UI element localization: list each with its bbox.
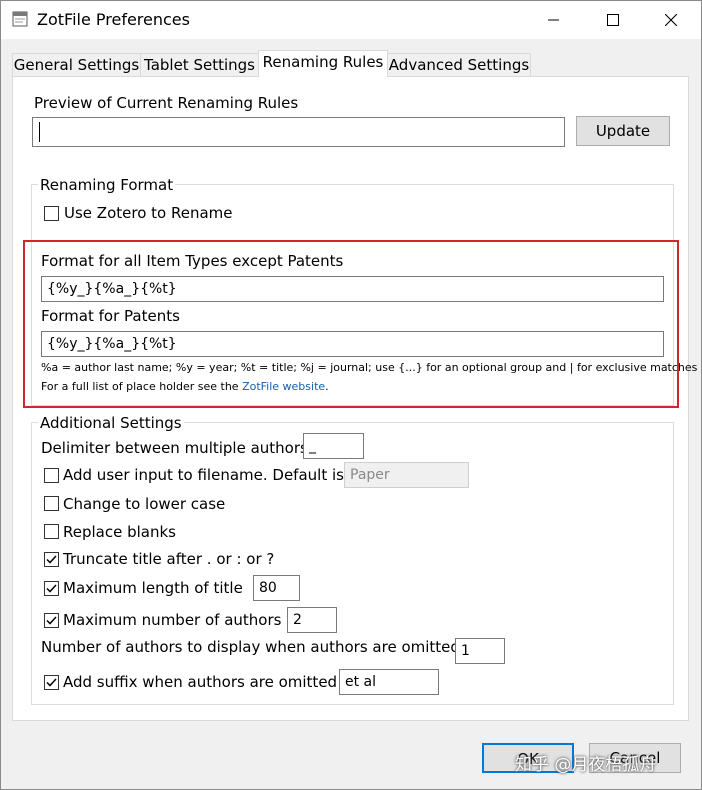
lower-case-checkbox[interactable] xyxy=(44,496,59,511)
suffix-value: et al xyxy=(345,674,377,690)
user-input-label: Add user input to filename. Default is xyxy=(63,466,344,484)
checkmark-icon xyxy=(46,616,57,625)
close-icon xyxy=(665,14,677,26)
max-authors-checkbox[interactable] xyxy=(44,613,59,628)
red-highlight-box xyxy=(23,240,679,408)
truncate-title-label: Truncate title after . or : or ? xyxy=(63,550,275,568)
tab-label: Tablet Settings xyxy=(144,56,255,74)
tab-label: Advanced Settings xyxy=(388,56,530,74)
default-name-input[interactable]: Paper xyxy=(344,462,469,488)
tab-label: General Settings xyxy=(13,56,140,74)
checkmark-icon xyxy=(46,555,57,564)
delimiter-input[interactable]: _ xyxy=(303,433,364,459)
max-authors-value: 2 xyxy=(293,612,302,628)
tab-label: Renaming Rules xyxy=(262,53,384,71)
tab-tablet-settings[interactable]: Tablet Settings xyxy=(140,53,259,76)
use-zotero-checkbox[interactable] xyxy=(44,206,59,221)
replace-blanks-label: Replace blanks xyxy=(63,523,176,541)
default-name-value: Paper xyxy=(350,467,390,483)
preview-field[interactable] xyxy=(32,117,565,147)
title-bar[interactable]: ZotFile Preferences xyxy=(1,1,701,39)
preview-label: Preview of Current Renaming Rules xyxy=(34,94,299,112)
text-cursor xyxy=(39,122,40,142)
truncate-title-checkbox[interactable] xyxy=(44,552,59,567)
minimize-icon xyxy=(548,19,559,21)
delimiter-label: Delimiter between multiple authors xyxy=(41,439,308,457)
add-suffix-checkbox[interactable] xyxy=(44,675,59,690)
max-authors-label: Maximum number of authors xyxy=(63,611,282,629)
authors-display-input[interactable]: 1 xyxy=(455,638,505,664)
use-zotero-label: Use Zotero to Rename xyxy=(64,204,233,222)
renaming-rules-panel: Preview of Current Renaming Rules Update… xyxy=(12,76,697,721)
window-title: ZotFile Preferences xyxy=(37,10,190,29)
user-input-checkbox[interactable] xyxy=(44,468,59,483)
app-icon xyxy=(12,11,28,27)
max-title-length-label: Maximum length of title xyxy=(63,579,243,597)
checkmark-icon xyxy=(46,584,57,593)
watermark-text: 知乎 @月夜梧孤舟 xyxy=(515,755,657,775)
tab-advanced-settings[interactable]: Advanced Settings xyxy=(387,53,531,76)
maximize-icon xyxy=(607,14,619,26)
lower-case-label: Change to lower case xyxy=(63,495,226,513)
maximize-button[interactable] xyxy=(590,1,636,39)
max-title-length-value: 80 xyxy=(259,580,277,596)
suffix-input[interactable]: et al xyxy=(339,669,439,695)
max-title-length-input[interactable]: 80 xyxy=(253,575,300,601)
zotfile-preferences-window: ZotFile Preferences General Settings Tab… xyxy=(0,0,702,790)
tab-general-settings[interactable]: General Settings xyxy=(12,53,141,76)
checkmark-icon xyxy=(46,678,57,687)
authors-display-value: 1 xyxy=(461,643,470,659)
max-title-length-checkbox[interactable] xyxy=(44,581,59,596)
minimize-button[interactable] xyxy=(531,1,577,39)
authors-display-label: Number of authors to display when author… xyxy=(41,638,460,656)
tab-renaming-rules[interactable]: Renaming Rules xyxy=(258,50,388,77)
add-suffix-label: Add suffix when authors are omitted xyxy=(63,673,338,691)
update-button[interactable]: Update xyxy=(576,116,670,146)
close-button[interactable] xyxy=(648,1,694,39)
additional-settings-title: Additional Settings xyxy=(38,414,184,432)
delimiter-value: _ xyxy=(309,438,316,454)
replace-blanks-checkbox[interactable] xyxy=(44,524,59,539)
max-authors-input[interactable]: 2 xyxy=(287,607,337,633)
update-button-label: Update xyxy=(595,122,651,140)
renaming-format-title: Renaming Format xyxy=(38,176,176,194)
